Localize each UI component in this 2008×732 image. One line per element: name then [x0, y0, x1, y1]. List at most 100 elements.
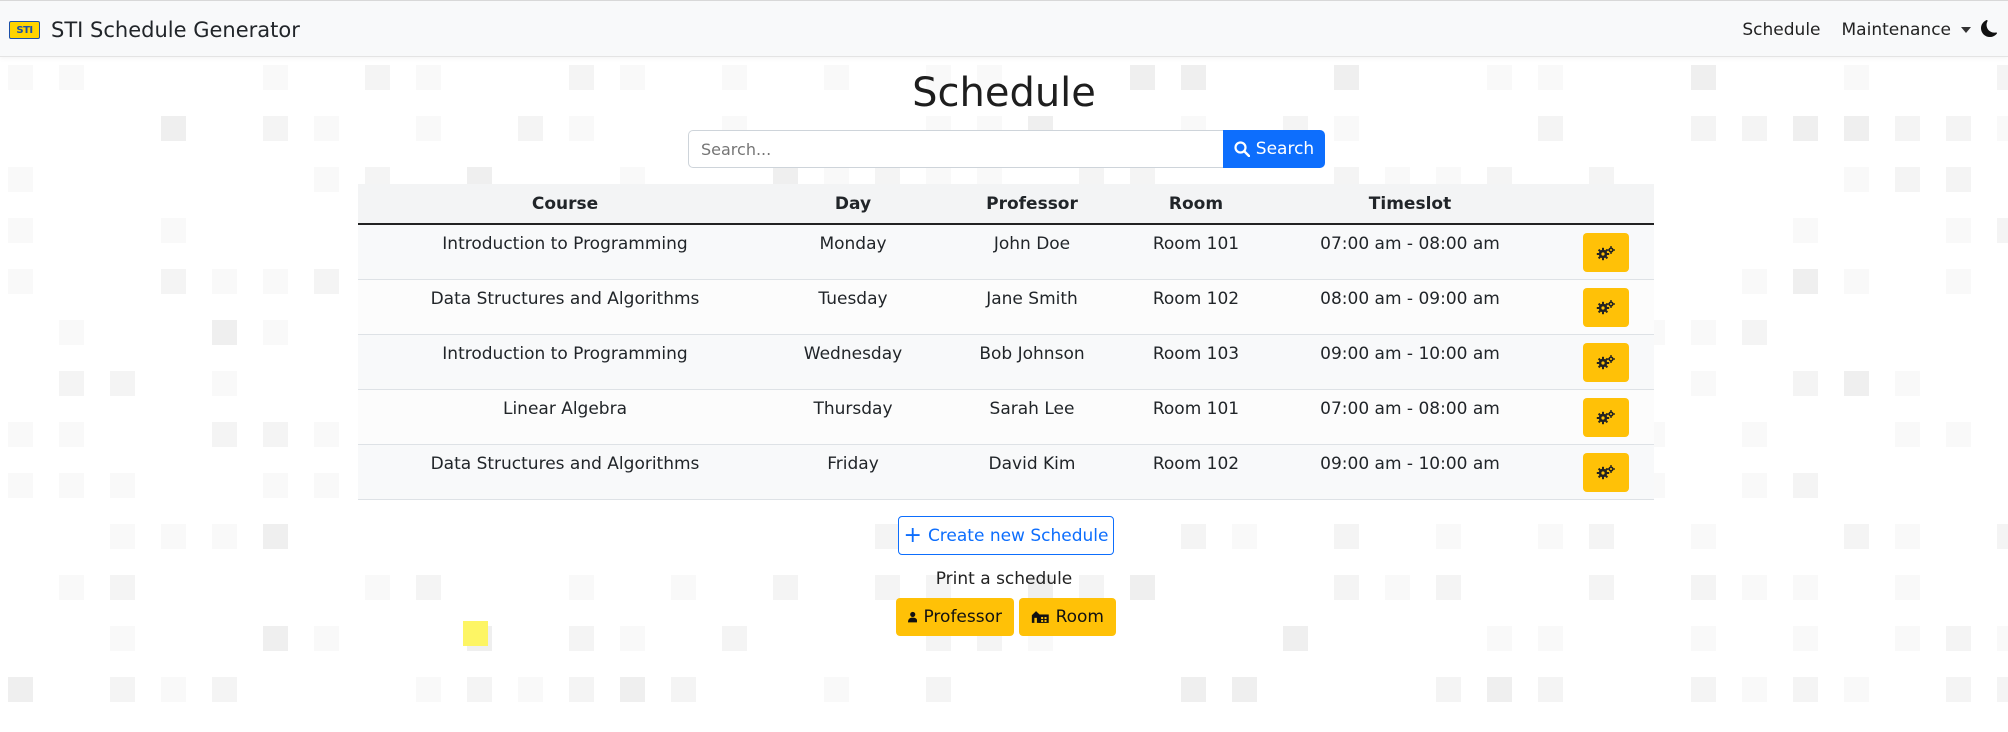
background-tile	[110, 677, 135, 702]
search-bar: Search	[688, 130, 1325, 168]
table-row: Introduction to Programming Wednesday Bo…	[358, 334, 1654, 390]
brand-title: STI Schedule Generator	[51, 18, 300, 42]
create-schedule-button[interactable]: + Create new Schedule	[898, 516, 1114, 555]
print-room-button[interactable]: Room	[1019, 598, 1116, 636]
row-settings-button[interactable]	[1583, 397, 1629, 437]
cell-room: Room 101	[1130, 389, 1262, 445]
building-icon	[1031, 611, 1049, 623]
background-tile	[1691, 626, 1716, 651]
gears-icon	[1596, 465, 1615, 480]
print-professor-label: Professor	[923, 607, 1002, 627]
background-tile	[110, 473, 135, 498]
page-title: Schedule	[912, 70, 1096, 116]
background-tile	[1844, 167, 1869, 192]
gears-icon	[1596, 245, 1615, 260]
background-tile	[1538, 677, 1563, 702]
background-tile	[620, 677, 645, 702]
cell-timeslot: 07:00 am - 08:00 am	[1262, 389, 1558, 445]
search-icon	[1234, 141, 1250, 157]
background-tile	[263, 116, 288, 141]
brand[interactable]: STI STI Schedule Generator	[9, 18, 300, 42]
background-tile	[263, 626, 288, 651]
print-professor-button[interactable]: Professor	[896, 598, 1014, 636]
search-button[interactable]: Search	[1223, 130, 1325, 168]
background-tile	[1436, 524, 1461, 549]
background-tile	[1997, 677, 2008, 702]
background-tile	[8, 473, 33, 498]
background-tile	[1691, 320, 1716, 345]
background-tile	[1691, 371, 1716, 396]
background-tile	[161, 218, 186, 243]
cell-timeslot: 09:00 am - 10:00 am	[1262, 334, 1558, 390]
background-tile	[1946, 218, 1971, 243]
row-settings-button[interactable]	[1583, 287, 1629, 327]
cell-timeslot: 09:00 am - 10:00 am	[1262, 444, 1558, 500]
background-tile	[263, 473, 288, 498]
background-tile	[1946, 167, 1971, 192]
nav-menu: Schedule Maintenance	[1742, 1, 2008, 58]
background-tile	[1895, 371, 1920, 396]
background-tile	[416, 116, 441, 141]
cell-room: Room 101	[1130, 224, 1262, 280]
background-tile	[263, 320, 288, 345]
cell-actions	[1558, 334, 1654, 390]
background-tile	[926, 677, 951, 702]
background-tile	[1793, 473, 1818, 498]
sti-logo: STI	[9, 21, 40, 39]
background-tile	[569, 677, 594, 702]
background-tile	[1844, 677, 1869, 702]
background-tile	[8, 218, 33, 243]
search-input[interactable]	[688, 130, 1223, 168]
header-course: Course	[358, 184, 772, 225]
table-row: Linear Algebra Thursday Sarah Lee Room 1…	[358, 389, 1654, 445]
cell-course: Introduction to Programming	[358, 224, 772, 280]
background-tile	[1946, 116, 1971, 141]
background-tile	[1793, 116, 1818, 141]
background-tile	[8, 269, 33, 294]
background-tile	[1844, 116, 1869, 141]
row-settings-button[interactable]	[1583, 342, 1629, 382]
nav-link-schedule[interactable]: Schedule	[1742, 20, 1820, 40]
plus-icon: +	[903, 522, 922, 548]
background-tile	[314, 116, 339, 141]
cell-actions	[1558, 444, 1654, 500]
background-tile	[569, 626, 594, 651]
header-professor: Professor	[934, 184, 1130, 225]
background-tile	[263, 524, 288, 549]
background-tile	[314, 626, 339, 651]
row-settings-button[interactable]	[1583, 452, 1629, 492]
cell-day: Friday	[772, 444, 934, 500]
gears-icon	[1596, 410, 1615, 425]
nav-dropdown-maintenance[interactable]: Maintenance	[1842, 20, 1971, 40]
cell-professor: Sarah Lee	[934, 389, 1130, 445]
background-tile	[212, 269, 237, 294]
background-tile	[1742, 269, 1767, 294]
background-tile	[1436, 677, 1461, 702]
background-tile	[314, 473, 339, 498]
gears-icon	[1596, 300, 1615, 315]
background-tile	[161, 269, 186, 294]
background-tile	[8, 677, 33, 702]
background-tile	[1538, 626, 1563, 651]
background-tile	[314, 269, 339, 294]
cell-course: Introduction to Programming	[358, 334, 772, 390]
cell-course: Linear Algebra	[358, 389, 772, 445]
background-tile	[1334, 116, 1359, 141]
cell-course: Data Structures and Algorithms	[358, 279, 772, 335]
table-row: Data Structures and Algorithms Tuesday J…	[358, 279, 1654, 335]
background-tile	[1691, 677, 1716, 702]
cell-room: Room 102	[1130, 279, 1262, 335]
background-tile-highlight	[463, 621, 488, 646]
header-timeslot: Timeslot	[1262, 184, 1558, 225]
background-tile	[1487, 626, 1512, 651]
cell-professor: Jane Smith	[934, 279, 1130, 335]
background-tile	[8, 422, 33, 447]
background-tile	[569, 116, 594, 141]
background-tile	[212, 422, 237, 447]
moon-icon[interactable]	[1981, 20, 1998, 37]
gears-icon	[1596, 355, 1615, 370]
background-tile	[875, 524, 900, 549]
background-tile	[314, 167, 339, 192]
row-settings-button[interactable]	[1583, 233, 1629, 272]
background-tile	[416, 677, 441, 702]
